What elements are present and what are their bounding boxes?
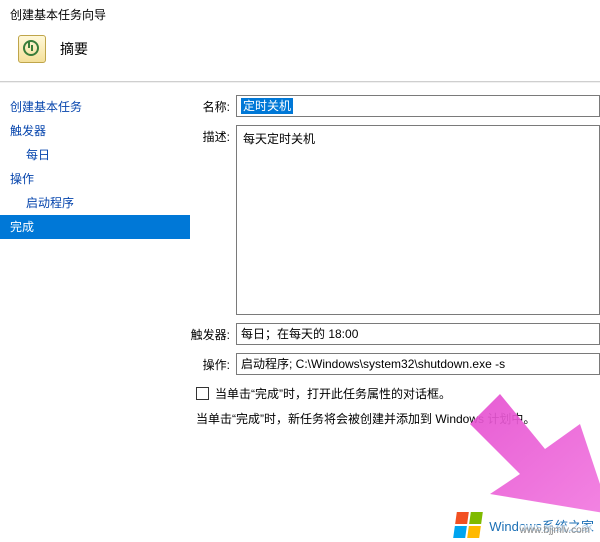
wizard-steps-sidebar: 创建基本任务 触发器 每日 操作 启动程序 完成	[0, 83, 190, 503]
watermark-url: www.bjjmlv.com	[518, 525, 592, 536]
name-input[interactable]: 定时关机	[236, 95, 600, 117]
windows-logo-icon	[453, 512, 483, 538]
watermark: Windows系统之家 www.bjjmlv.com	[455, 512, 594, 538]
trigger-value: 每日；在每天的 18:00	[236, 323, 600, 345]
name-label: 名称:	[190, 95, 236, 115]
page-title: 摘要	[60, 39, 88, 59]
action-label: 操作:	[190, 353, 236, 373]
sidebar-item-create-basic-task[interactable]: 创建基本任务	[0, 95, 190, 119]
open-properties-label: 当单击“完成”时，打开此任务属性的对话框。	[215, 385, 451, 402]
finish-note: 当单击“完成”时，新任务将会被创建并添加到 Windows 计划中。	[196, 410, 600, 427]
description-input[interactable]: 每天定时关机	[236, 125, 600, 315]
open-properties-checkbox[interactable]	[196, 387, 209, 400]
wizard-header: 摘要	[0, 25, 600, 81]
sidebar-item-daily[interactable]: 每日	[0, 143, 190, 167]
sidebar-item-finish[interactable]: 完成	[0, 215, 190, 239]
sidebar-item-trigger[interactable]: 触发器	[0, 119, 190, 143]
trigger-label: 触发器:	[190, 323, 236, 343]
sidebar-item-start-program[interactable]: 启动程序	[0, 191, 190, 215]
window-title: 创建基本任务向导	[0, 0, 600, 25]
summary-form: 名称: 定时关机 描述: 每天定时关机 触发器: 每日；在每天的 18:00 操…	[190, 83, 600, 503]
sidebar-item-action[interactable]: 操作	[0, 167, 190, 191]
open-properties-checkbox-row[interactable]: 当单击“完成”时，打开此任务属性的对话框。	[196, 385, 600, 402]
clock-icon	[18, 35, 46, 63]
description-label: 描述:	[190, 125, 236, 145]
action-value: 启动程序; C:\Windows\system32\shutdown.exe -…	[236, 353, 600, 375]
